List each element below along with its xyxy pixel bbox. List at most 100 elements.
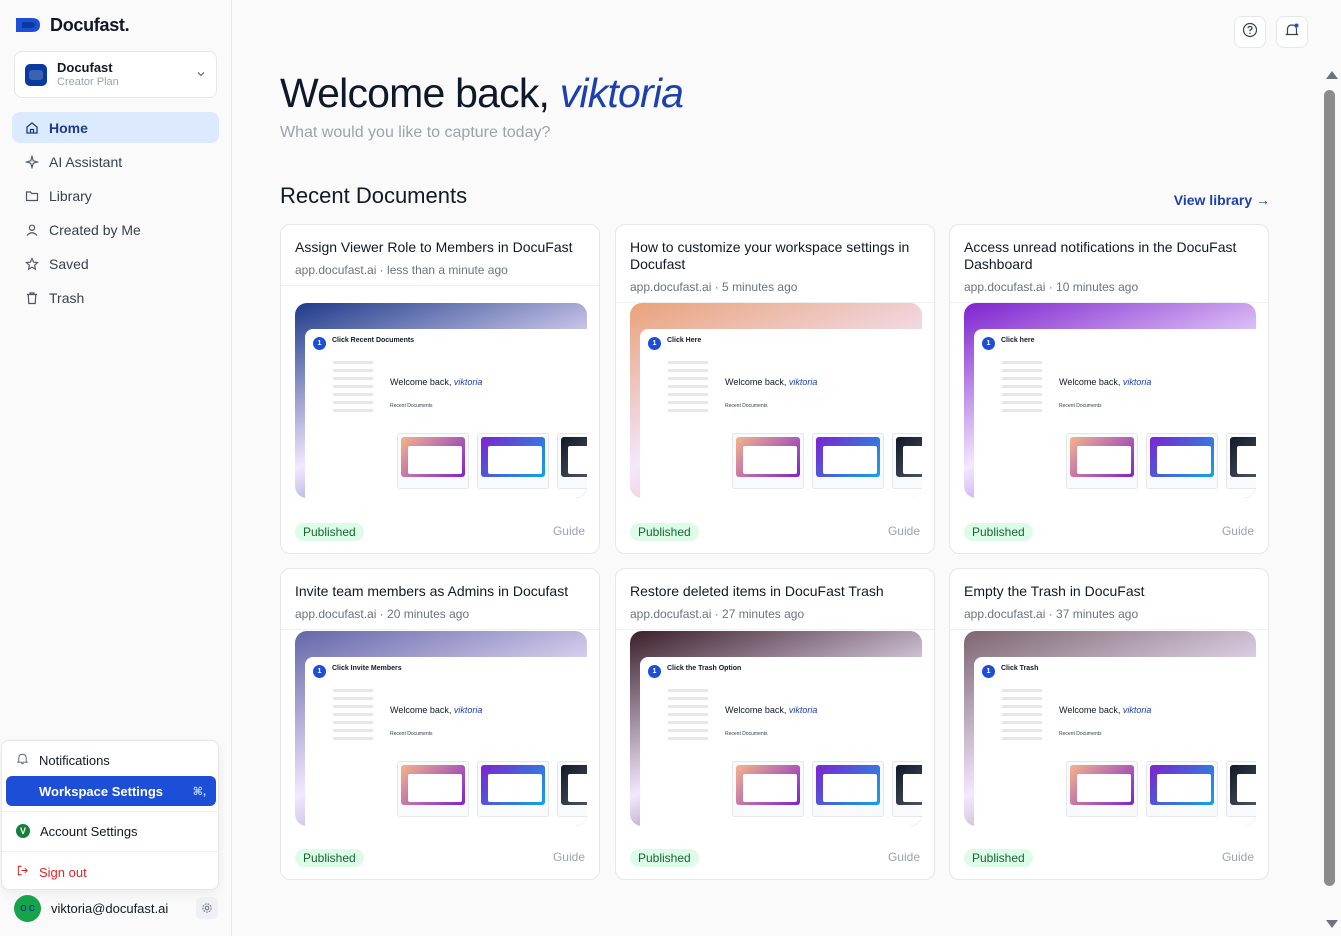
thumbnail-preview: 1 Click Trash Welcome back, viktoria Rec… xyxy=(974,657,1256,826)
brand-logo[interactable]: Docufast. xyxy=(14,14,130,36)
step-number: 1 xyxy=(313,665,326,678)
menu-label: Notifications xyxy=(39,752,110,768)
thumbnail-card xyxy=(1226,761,1256,817)
status-badge: Published xyxy=(295,523,364,541)
menu-account-settings[interactable]: V Account Settings xyxy=(6,816,216,846)
document-card[interactable]: Invite team members as Admins in Docufas… xyxy=(280,568,600,880)
user-email: viktoria@docufast.ai xyxy=(51,900,169,916)
step-number: 1 xyxy=(982,337,995,350)
thumbnail-card xyxy=(557,761,587,817)
status-badge: Published xyxy=(295,849,364,867)
thumbnail-card xyxy=(732,761,804,817)
sidebar-item-label: Created by Me xyxy=(49,221,141,238)
brand-name: Docufast. xyxy=(50,14,130,35)
thumbnail-preview: 1 Click Invite Members Welcome back, vik… xyxy=(305,657,587,826)
help-circle-icon xyxy=(1242,22,1258,43)
thumbnail-card xyxy=(812,433,884,489)
workspace-logo-icon xyxy=(25,63,47,86)
sidebar-item-home[interactable]: Home xyxy=(12,112,219,143)
thumbnail-preview: 1 Click Recent Documents Welcome back, v… xyxy=(305,329,587,498)
document-title: Restore deleted items in DocuFast Trash xyxy=(630,583,884,599)
card-divider xyxy=(281,629,599,630)
menu-sign-out[interactable]: Sign out xyxy=(6,857,216,887)
document-type: Guide xyxy=(887,524,920,538)
thumbnail-preview: 1 Click Here Welcome back, viktoria Rece… xyxy=(640,329,922,498)
thumbnail-step: 1 Click Here xyxy=(648,337,701,350)
user-icon xyxy=(24,222,39,237)
sidebar-item-label: AI Assistant xyxy=(49,153,123,170)
card-divider xyxy=(616,629,934,630)
document-card[interactable]: Assign Viewer Role to Members in DocuFas… xyxy=(280,224,600,554)
thumbnail-preview: 1 Click here Welcome back, viktoria Rece… xyxy=(974,329,1256,498)
sidebar-item-trash[interactable]: Trash xyxy=(12,282,219,313)
thumbnail-card xyxy=(1226,433,1256,489)
step-title: Click Here xyxy=(667,337,702,344)
document-thumbnail: 1 Click the Trash Option Welcome back, v… xyxy=(630,631,922,826)
document-type: Guide xyxy=(552,524,585,538)
document-type: Guide xyxy=(552,850,585,864)
thumbnail-recent: Recent Documents xyxy=(390,403,433,409)
user-profile[interactable]: O C viktoria@docufast.ai xyxy=(14,894,218,922)
view-library-link[interactable]: View library → xyxy=(1174,192,1270,208)
step-title: Click the Trash Option xyxy=(667,665,742,672)
thumbnail-step: 1 Click Trash xyxy=(982,665,1038,678)
thumbnail-welcome: Welcome back, viktoria xyxy=(390,705,483,715)
thumbnail-step: 1 Click Recent Documents xyxy=(313,337,414,350)
sidebar-item-created-by-me[interactable]: Created by Me xyxy=(12,214,219,245)
document-meta: app.docufast.ai · 27 minutes ago xyxy=(630,607,805,621)
account-badge-icon: V xyxy=(16,824,30,838)
thumbnail-step: 1 Click here xyxy=(982,337,1034,350)
thumbnail-card xyxy=(1066,761,1138,817)
keyboard-shortcut: ⌘, xyxy=(192,785,206,798)
menu-label: Sign out xyxy=(39,864,87,880)
step-title: Click Trash xyxy=(1001,665,1039,672)
thumbnail-card xyxy=(397,433,469,489)
sidebar-item-library[interactable]: Library xyxy=(12,180,219,211)
thumbnail-recent: Recent Documents xyxy=(1059,403,1102,409)
sidebar-item-ai-assistant[interactable]: AI Assistant xyxy=(12,146,219,177)
account-menu: Notifications Workspace Settings ⌘, V Ac… xyxy=(1,740,219,890)
bell-icon xyxy=(16,752,29,768)
vertical-scrollbar[interactable] xyxy=(1322,66,1341,936)
gear-icon[interactable] xyxy=(196,897,218,919)
help-button[interactable] xyxy=(1234,16,1266,48)
scroll-up-arrow-icon[interactable] xyxy=(1326,71,1338,79)
sidebar-item-label: Library xyxy=(49,187,92,204)
step-number: 1 xyxy=(648,337,661,350)
document-card[interactable]: Restore deleted items in DocuFast Trash … xyxy=(615,568,935,880)
avatar: O C xyxy=(14,894,41,922)
scrollbar-thumb[interactable] xyxy=(1324,90,1335,886)
document-meta: app.docufast.ai · 20 minutes ago xyxy=(295,607,470,621)
thumbnail-welcome: Welcome back, viktoria xyxy=(1059,705,1152,715)
thumbnail-sidebar xyxy=(333,361,383,417)
document-title: Invite team members as Admins in Docufas… xyxy=(295,583,569,599)
step-title: Click here xyxy=(1001,337,1035,344)
status-badge: Published xyxy=(630,849,699,867)
menu-notifications[interactable]: Notifications xyxy=(6,745,216,775)
thumbnail-recent: Recent Documents xyxy=(1059,731,1102,737)
document-thumbnail: 1 Click Trash Welcome back, viktoria Rec… xyxy=(964,631,1256,826)
workspace-name: Docufast xyxy=(57,60,113,76)
menu-divider xyxy=(2,811,218,812)
card-divider xyxy=(281,285,599,286)
workspace-switcher[interactable]: Docufast Creator Plan xyxy=(14,51,217,98)
app-window: Docufast. Docufast Creator Plan Home AI … xyxy=(0,0,1341,936)
document-title: Empty the Trash in DocuFast xyxy=(964,583,1145,599)
thumbnail-recent: Recent Documents xyxy=(725,403,768,409)
document-title: Access unread notifications in the DocuF… xyxy=(964,239,1237,272)
document-thumbnail: 1 Click Recent Documents Welcome back, v… xyxy=(295,303,587,498)
document-title: Assign Viewer Role to Members in DocuFas… xyxy=(295,239,573,255)
status-badge: Published xyxy=(630,523,699,541)
thumbnail-welcome: Welcome back, viktoria xyxy=(725,377,818,387)
scroll-down-arrow-icon[interactable] xyxy=(1326,920,1338,928)
document-card[interactable]: Empty the Trash in DocuFast app.docufast… xyxy=(949,568,1269,880)
document-card[interactable]: Access unread notifications in the DocuF… xyxy=(949,224,1269,554)
thumbnail-preview: 1 Click the Trash Option Welcome back, v… xyxy=(640,657,922,826)
thumbnail-recent: Recent Documents xyxy=(725,731,768,737)
sidebar-item-saved[interactable]: Saved xyxy=(12,248,219,279)
chevron-down-icon xyxy=(196,68,206,82)
notifications-button[interactable] xyxy=(1276,16,1308,48)
document-thumbnail: 1 Click Here Welcome back, viktoria Rece… xyxy=(630,303,922,498)
document-card[interactable]: How to customize your workspace settings… xyxy=(615,224,935,554)
menu-workspace-settings[interactable]: Workspace Settings ⌘, xyxy=(6,776,216,806)
